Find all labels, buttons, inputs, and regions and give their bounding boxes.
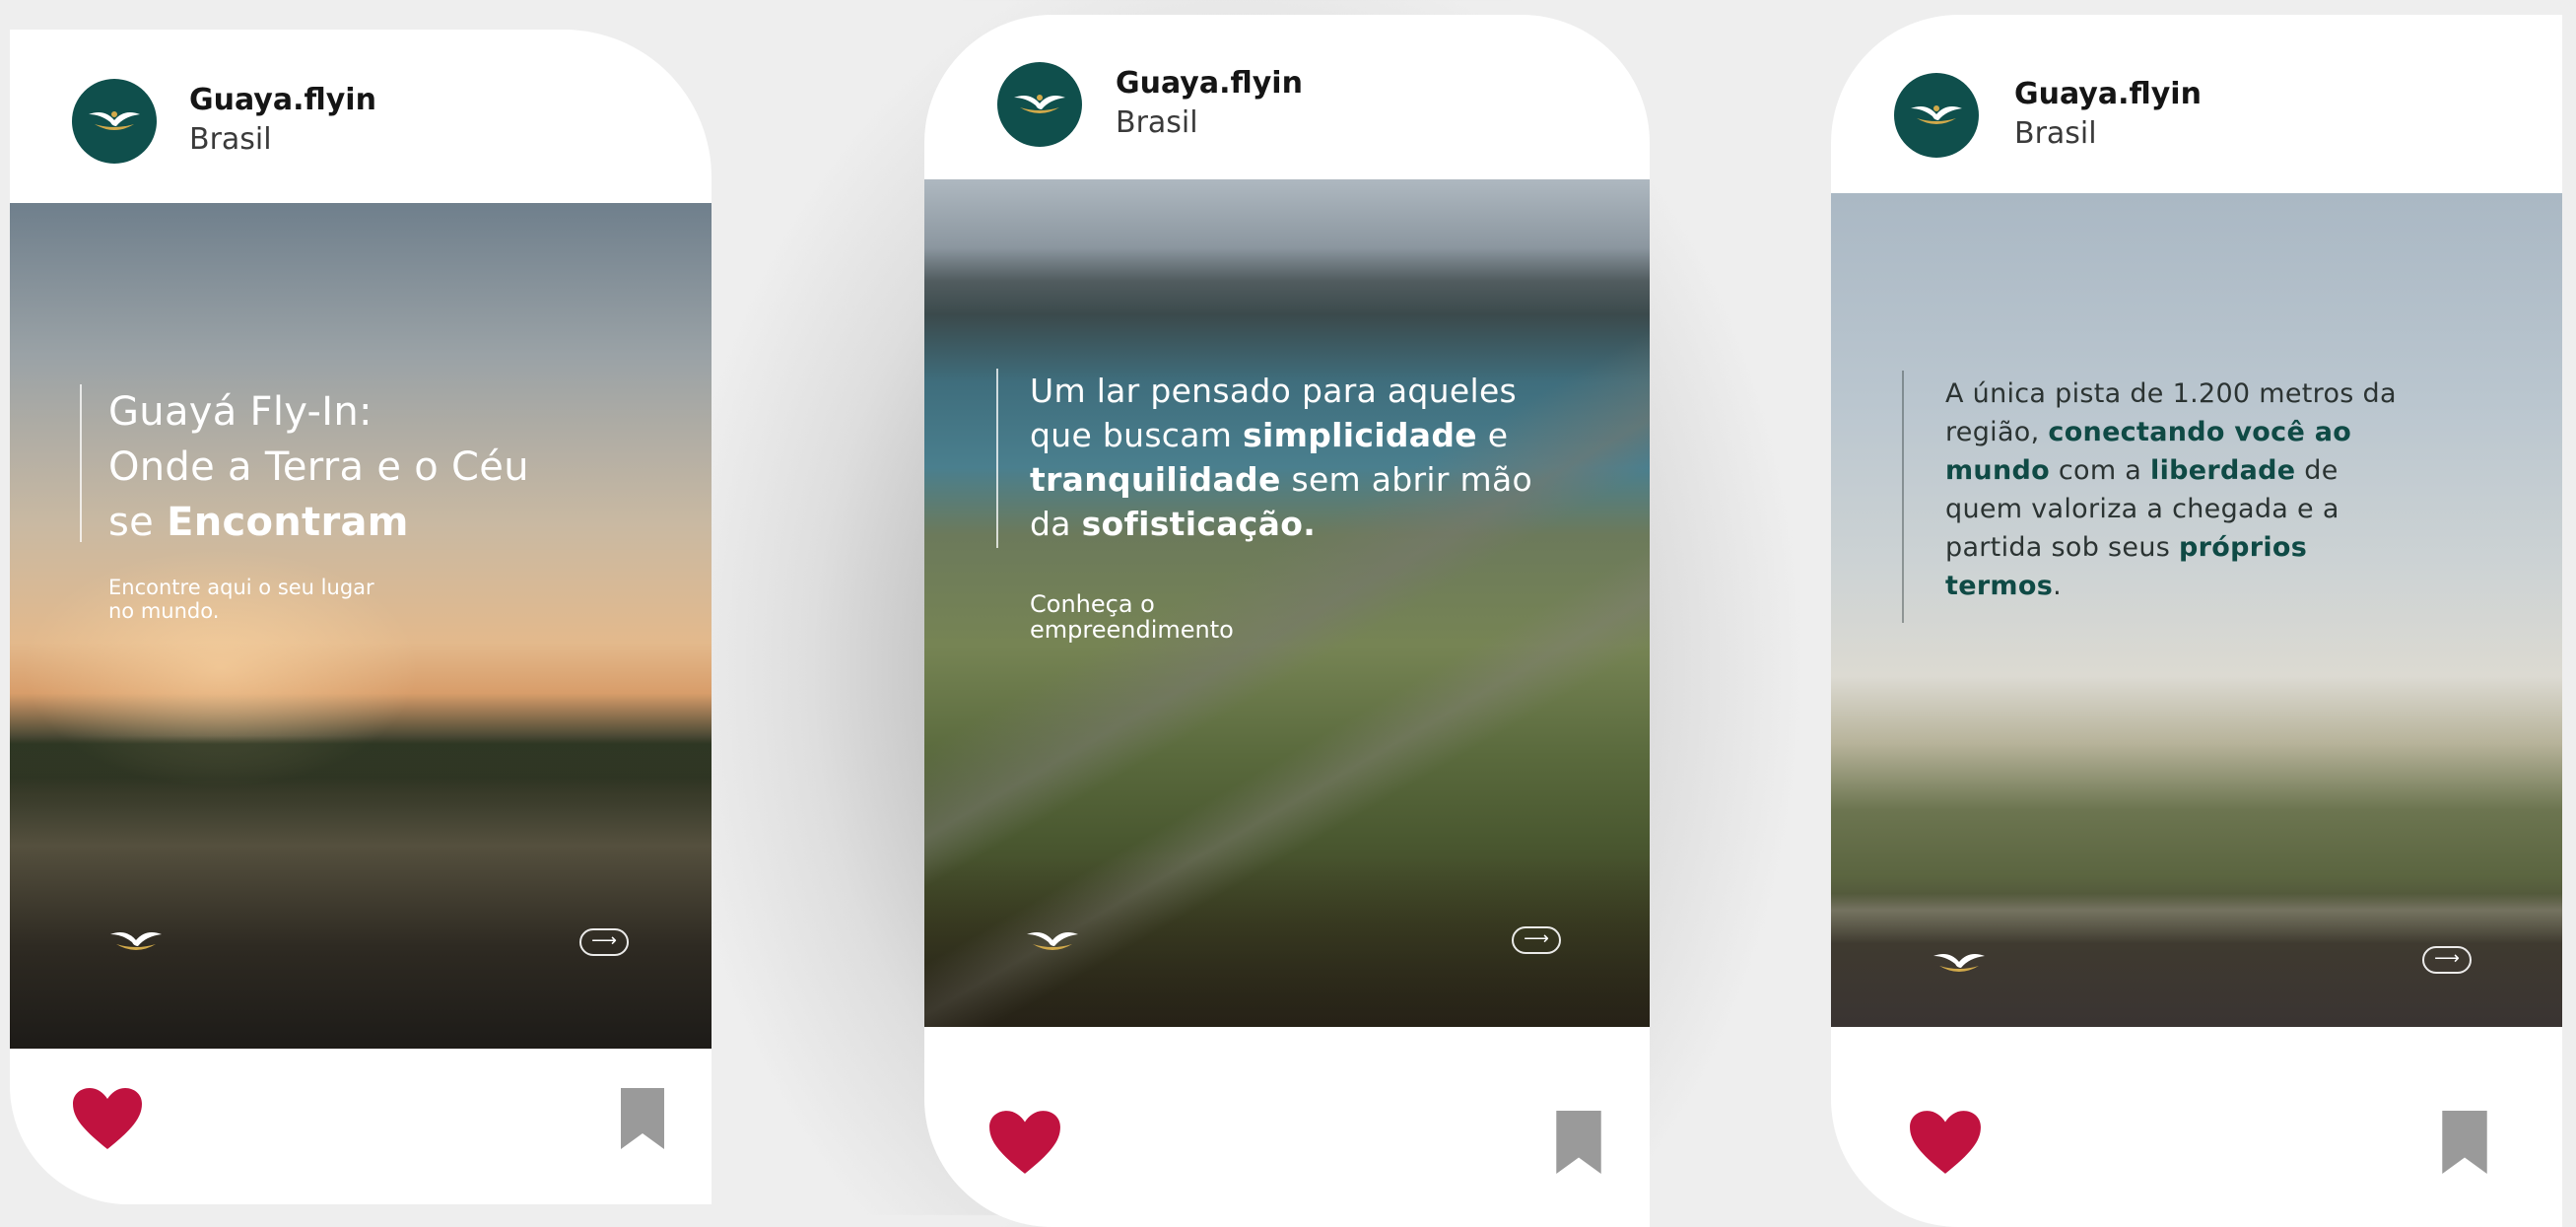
heart-icon[interactable] xyxy=(987,1109,1062,1176)
guaya-logo-icon xyxy=(1911,105,1962,124)
guaya-logo-icon xyxy=(1027,932,1078,950)
bookmark-icon[interactable] xyxy=(2442,1111,2487,1174)
avatar[interactable] xyxy=(72,79,157,164)
username[interactable]: Guaya.flyin xyxy=(1116,66,1303,101)
heart-icon[interactable] xyxy=(71,1086,144,1151)
headline: Um lar pensado para aqueles que buscam s… xyxy=(1030,372,1532,543)
guaya-logo-icon xyxy=(1014,95,1065,113)
guaya-logo-icon xyxy=(89,111,140,130)
headline-divider xyxy=(1902,371,1904,623)
bookmark-icon[interactable] xyxy=(1556,1111,1601,1174)
subtext: Encontre aqui o seu lugar no mundo. xyxy=(108,576,374,623)
post-card-2: Guaya.flyin Brasil Um lar pensado para a… xyxy=(924,15,1650,1227)
headline: A única pista de 1.200 metros da região,… xyxy=(1945,378,2397,601)
post-image[interactable]: Um lar pensado para aqueles que buscam s… xyxy=(924,179,1650,1027)
bookmark-icon[interactable] xyxy=(621,1088,664,1149)
guaya-logo-icon xyxy=(1933,954,1985,972)
avatar[interactable] xyxy=(997,62,1082,147)
post-card-1: Guaya.flyin Brasil Guayá Fly-In: Onde a … xyxy=(10,30,712,1204)
username[interactable]: Guaya.flyin xyxy=(189,83,376,117)
headline-divider xyxy=(996,369,998,548)
username[interactable]: Guaya.flyin xyxy=(2014,77,2202,111)
arrow-right-icon[interactable]: ⟶ xyxy=(1512,926,1561,954)
post-card-3: Guaya.flyin Brasil A única pista de 1.20… xyxy=(1831,15,2562,1227)
location[interactable]: Brasil xyxy=(1116,105,1198,140)
guaya-logo-icon xyxy=(110,932,162,950)
arrow-right-icon[interactable]: ⟶ xyxy=(2422,946,2472,974)
post-image[interactable]: Guayá Fly-In: Onde a Terra e o Céu se En… xyxy=(10,203,712,1049)
post-image[interactable]: A única pista de 1.200 metros da região,… xyxy=(1831,193,2562,1027)
headline: Guayá Fly-In: Onde a Terra e o Céu se En… xyxy=(108,389,529,545)
heart-icon[interactable] xyxy=(1908,1109,1983,1176)
subtext: Conheça o empreendimento xyxy=(1030,590,1234,644)
avatar[interactable] xyxy=(1894,73,1979,158)
location[interactable]: Brasil xyxy=(2014,116,2097,151)
headline-divider xyxy=(80,384,82,542)
location[interactable]: Brasil xyxy=(189,122,272,157)
arrow-right-icon[interactable]: ⟶ xyxy=(579,928,629,956)
